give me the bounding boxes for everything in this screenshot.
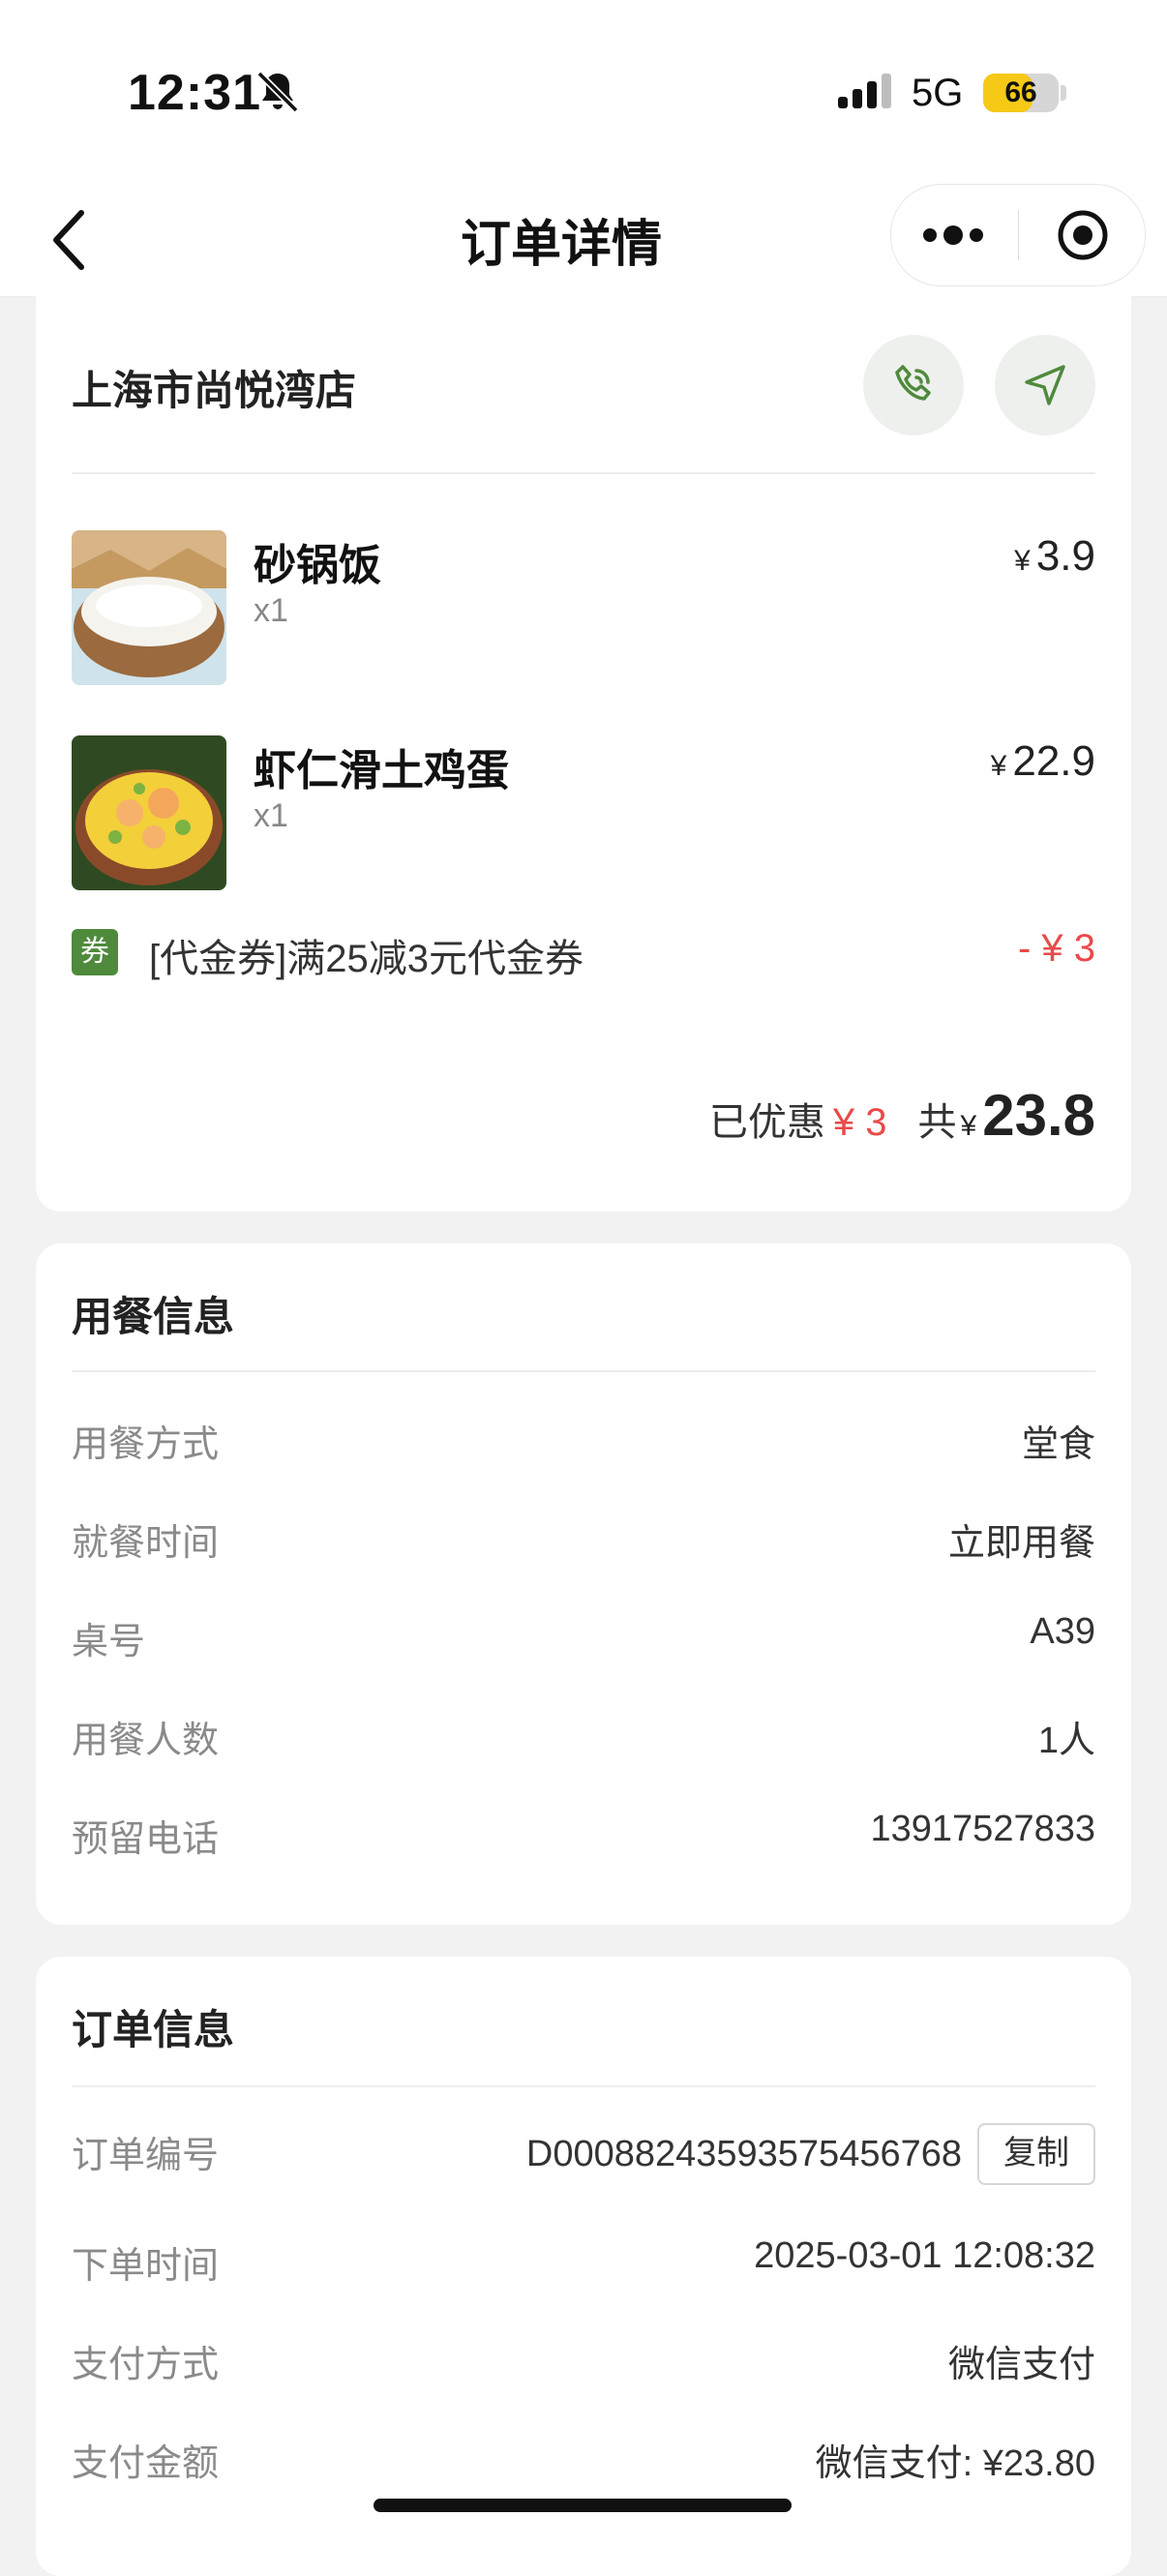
order-item: 砂锅饭 x1 ¥3.9 <box>72 530 1095 685</box>
navigate-button[interactable] <box>995 335 1095 435</box>
section-title: 用餐信息 <box>72 1294 235 1339</box>
row-value: A39 <box>1030 1611 1095 1652</box>
info-row: 支付金额 微信支付: ¥23.80 <box>72 2433 1095 2491</box>
row-value: 2025-03-01 12:08:32 <box>754 2235 1095 2276</box>
call-store-button[interactable] <box>863 335 964 435</box>
order-number: D00088243593575456768 <box>525 2133 962 2174</box>
order-card: 上海市尚悦湾店 砂锅饭 x1 ¥3.9 虾仁滑土鸡蛋 x1 ¥ 22.9 券 [… <box>36 296 1131 1212</box>
section-title: 订单信息 <box>72 2007 235 2052</box>
row-label: 用餐人数 <box>72 1721 220 1761</box>
info-row: 用餐人数 1人 <box>72 1710 1095 1768</box>
total-amount: 23.8 <box>982 1083 1095 1148</box>
discount-label: 已优惠 <box>708 1101 825 1144</box>
capsule-divider <box>1018 210 1019 260</box>
total-currency: ¥ <box>960 1110 977 1142</box>
row-label: 桌号 <box>72 1622 146 1662</box>
mini-program-capsule <box>890 184 1146 286</box>
order-item: 虾仁滑土鸡蛋 x1 ¥22.9 <box>72 735 1095 890</box>
close-target-icon[interactable] <box>1056 208 1110 262</box>
row-label: 支付金额 <box>72 2443 220 2484</box>
status-time: 12:31 <box>128 65 261 121</box>
item-price-value: 3.9 <box>1035 532 1095 580</box>
row-value: 立即用餐 <box>947 1523 1095 1564</box>
row-label: 用餐方式 <box>72 1424 220 1465</box>
row-label: 订单编号 <box>72 2136 220 2176</box>
signal-icon <box>838 74 891 108</box>
nav-bar: 订单详情 <box>0 184 1167 297</box>
section-divider <box>72 2085 1095 2087</box>
item-image-rice <box>72 530 226 685</box>
item-price-value: 22.9 <box>1012 737 1095 785</box>
row-label: 就餐时间 <box>72 1523 220 1564</box>
coupon-amount: - ¥ 3 <box>1017 927 1095 970</box>
coupon-tag: 券 <box>72 929 118 975</box>
copy-button[interactable]: 复制 <box>977 2123 1095 2185</box>
battery-icon: 66 <box>983 74 1059 112</box>
bell-muted-icon <box>256 71 299 113</box>
row-value: 堂食 <box>1021 1424 1095 1465</box>
row-label: 下单时间 <box>72 2246 220 2287</box>
network-type: 5G <box>912 72 964 114</box>
total-label: 共 <box>917 1101 957 1144</box>
store-divider <box>72 472 1095 474</box>
row-label: 支付方式 <box>72 2345 220 2385</box>
item-name: 砂锅饭 <box>254 542 381 589</box>
info-row: 用餐方式 堂食 <box>72 1414 1095 1472</box>
item-image-shrimp-egg <box>72 735 226 890</box>
dining-info-card: 用餐信息 用餐方式 堂食 就餐时间 立即用餐 桌号 A39 用餐人数 1人 预留… <box>36 1243 1131 1925</box>
currency-symbol: ¥ <box>990 750 1007 782</box>
section-divider <box>72 1370 1095 1372</box>
navigate-icon <box>1025 365 1065 405</box>
order-number-group: D00088243593575456768 复制 <box>526 2123 1095 2185</box>
store-name: 上海市尚悦湾店 <box>72 368 357 413</box>
item-qty: x1 <box>254 797 288 834</box>
discount-amount: ¥ 3 <box>832 1101 887 1144</box>
info-row: 就餐时间 立即用餐 <box>72 1513 1095 1571</box>
order-info-card: 订单信息 订单编号 D00088243593575456768 复制 下单时间 2… <box>36 1957 1131 2576</box>
row-value: 微信支付: ¥23.80 <box>815 2443 1095 2484</box>
home-indicator[interactable] <box>374 2499 792 2512</box>
info-row: 预留电话 13917527833 <box>72 1809 1095 1867</box>
phone-number[interactable]: 13917527833 <box>871 1809 1095 1850</box>
item-name: 虾仁滑土鸡蛋 <box>254 747 509 794</box>
more-dots-icon[interactable] <box>914 206 992 264</box>
row-label: 预留电话 <box>72 1819 220 1860</box>
battery-tip <box>1061 85 1066 101</box>
status-bar: 12:31 5G 66 <box>0 0 1167 184</box>
item-qty: x1 <box>254 592 288 629</box>
row-value: 微信支付 <box>947 2345 1095 2385</box>
currency-symbol: ¥ <box>1014 545 1031 577</box>
info-row: 下单时间 2025-03-01 12:08:32 <box>72 2235 1095 2293</box>
coupon-row: 券 [代金券]满25减3元代金券 - ¥ 3 <box>72 925 1095 983</box>
info-row: 桌号 A39 <box>72 1611 1095 1669</box>
row-value: 1人 <box>1037 1721 1095 1761</box>
battery-percent: 66 <box>1004 76 1037 108</box>
item-price: ¥3.9 <box>1014 532 1095 581</box>
info-row: 支付方式 微信支付 <box>72 2334 1095 2392</box>
phone-icon <box>895 365 931 401</box>
order-total: 已优惠 ¥ 3 共 ¥23.8 <box>709 1082 1095 1150</box>
info-row: 订单编号 D00088243593575456768 复制 <box>72 2123 1095 2193</box>
coupon-text: [代金券]满25减3元代金券 <box>149 938 584 980</box>
item-price: ¥22.9 <box>991 737 1095 786</box>
